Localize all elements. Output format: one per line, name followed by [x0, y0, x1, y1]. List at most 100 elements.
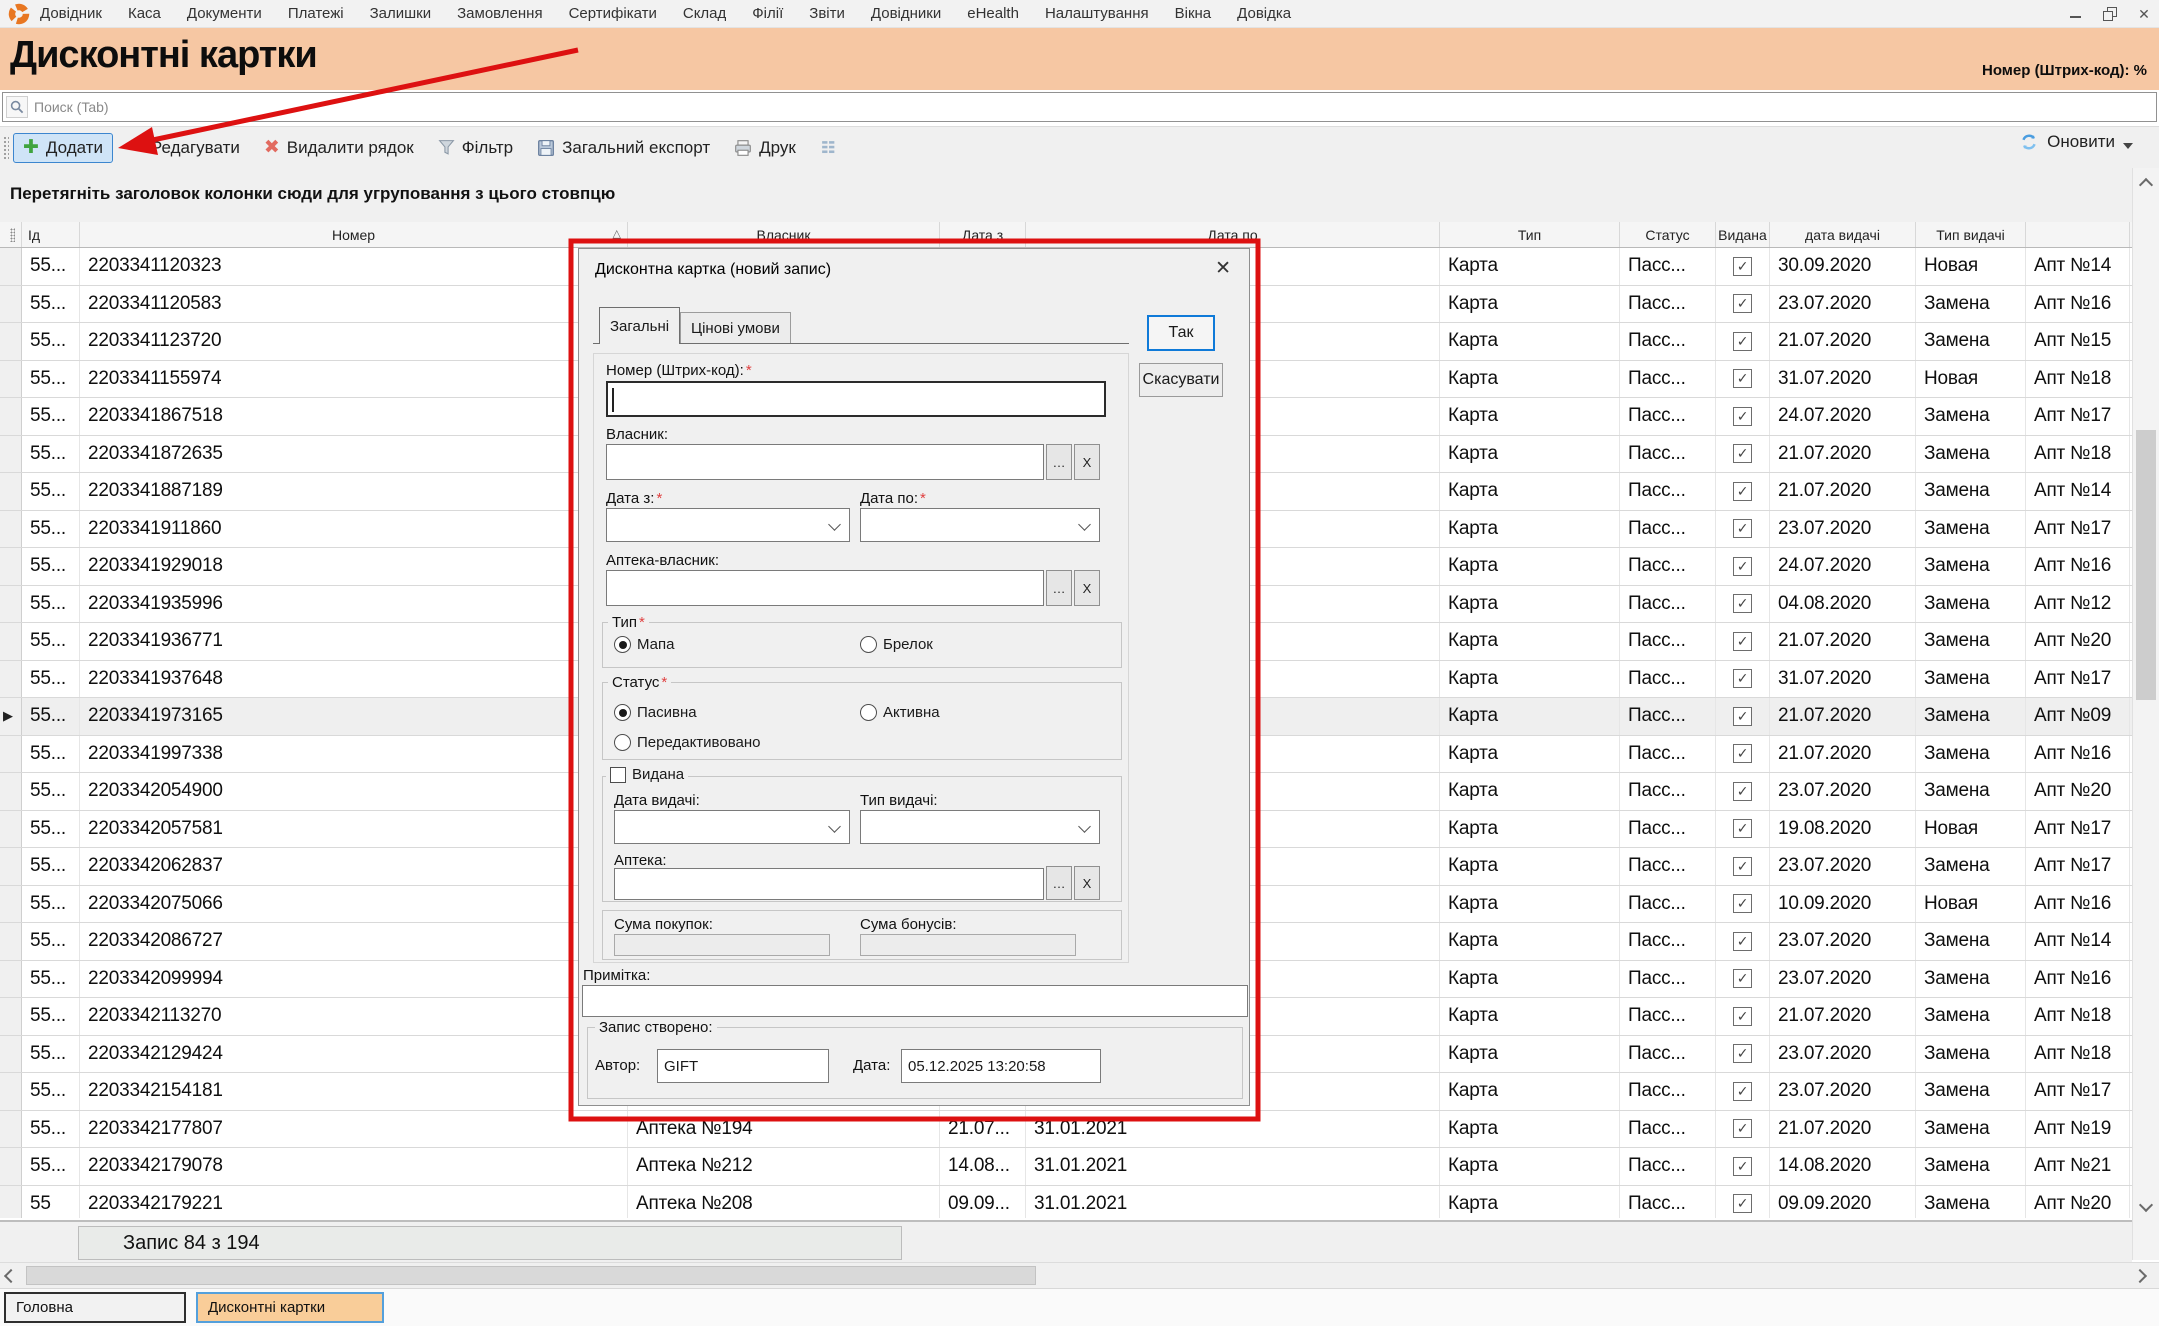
status-radio-2[interactable]: Активна	[860, 704, 940, 721]
issued-checkbox[interactable]: ✓	[1733, 557, 1752, 576]
issued-checkbox[interactable]: ✓	[1733, 1044, 1752, 1063]
menu-item-замовлення[interactable]: Замовлення	[457, 5, 542, 22]
menu-item-ehealth[interactable]: eHealth	[967, 5, 1019, 22]
pharmacy-owner-field[interactable]	[606, 570, 1044, 606]
issued-checkbox[interactable]	[610, 767, 626, 783]
scroll-right-icon[interactable]	[2133, 1269, 2147, 1283]
grouping-panel[interactable]: Перетягніть заголовок колонки сюди для у…	[0, 168, 2132, 222]
issued-checkbox[interactable]: ✓	[1733, 294, 1752, 313]
menu-item-залишки[interactable]: Залишки	[370, 5, 432, 22]
pharmacy-clear-button[interactable]: X	[1074, 866, 1100, 900]
issued-checkbox[interactable]: ✓	[1733, 332, 1752, 351]
column-header-issue-type[interactable]: Тип видачі	[1916, 222, 2026, 247]
ok-button[interactable]: Так	[1147, 315, 1215, 351]
created-date-field[interactable]: 05.12.2025 13:20:58	[901, 1049, 1101, 1083]
issued-checkbox[interactable]: ✓	[1733, 594, 1752, 613]
horizontal-scrollbar-thumb[interactable]	[26, 1266, 1036, 1285]
edit-button[interactable]: ✎ Редагувати	[119, 134, 249, 162]
column-header-date-to[interactable]: Дата по	[1026, 222, 1440, 247]
column-header-status[interactable]: Статус	[1620, 222, 1716, 247]
column-header-pharmacy[interactable]	[2026, 222, 2130, 247]
status-radio-1[interactable]: Пасивна	[614, 704, 697, 721]
type-radio-2[interactable]: Брелок	[860, 636, 933, 653]
search-input[interactable]: Поиск (Tab)	[2, 92, 2157, 122]
cancel-button[interactable]: Скасувати	[1139, 363, 1223, 397]
export-button[interactable]: Загальний експорт	[528, 134, 719, 162]
horizontal-scrollbar[interactable]	[0, 1262, 2159, 1288]
menu-item-склад[interactable]: Склад	[683, 5, 726, 22]
issued-checkbox[interactable]: ✓	[1733, 1082, 1752, 1101]
author-field[interactable]: GIFT	[657, 1049, 829, 1083]
pharmacy-owner-browse-button[interactable]: …	[1046, 570, 1072, 606]
note-field[interactable]	[582, 985, 1248, 1017]
issue-type-combo[interactable]	[860, 810, 1100, 844]
close-icon[interactable]: ✕	[2137, 7, 2151, 21]
dialog-tab-general[interactable]: Загальні	[599, 307, 680, 344]
owner-clear-button[interactable]: X	[1074, 444, 1100, 480]
menu-item-довідка[interactable]: Довідка	[1237, 5, 1291, 22]
issued-checkbox[interactable]: ✓	[1733, 1157, 1752, 1176]
menu-item-філії[interactable]: Філії	[752, 5, 783, 22]
refresh-button[interactable]: Оновити	[2019, 132, 2133, 152]
scroll-left-icon[interactable]	[4, 1269, 18, 1283]
grid-corner-cell[interactable]	[0, 222, 22, 247]
menu-item-платежі[interactable]: Платежі	[288, 5, 344, 22]
issued-checkbox[interactable]: ✓	[1733, 1194, 1752, 1213]
issued-checkbox[interactable]: ✓	[1733, 482, 1752, 501]
issued-checkbox[interactable]: ✓	[1733, 444, 1752, 463]
vertical-scrollbar[interactable]	[2132, 168, 2159, 1260]
issued-checkbox[interactable]: ✓	[1733, 407, 1752, 426]
dialog-close-icon[interactable]: ✕	[1215, 257, 1231, 280]
table-row[interactable]: 55...2203342179078Аптека №21214.08...31.…	[0, 1148, 2132, 1186]
menu-item-довідники[interactable]: Довідники	[871, 5, 941, 22]
status-radio-3[interactable]: Передактивовано	[614, 734, 760, 751]
issued-checkbox[interactable]: ✓	[1733, 819, 1752, 838]
issued-checkbox[interactable]: ✓	[1733, 932, 1752, 951]
menu-item-довідник[interactable]: Довідник	[40, 5, 102, 22]
column-header-issue-date[interactable]: дата видачі	[1770, 222, 1916, 247]
column-header-type[interactable]: Тип	[1440, 222, 1620, 247]
date-to-combo[interactable]	[860, 508, 1100, 542]
menu-item-налаштування[interactable]: Налаштування	[1045, 5, 1149, 22]
number-field[interactable]	[606, 381, 1106, 417]
issued-checkbox[interactable]: ✓	[1733, 1007, 1752, 1026]
dialog-tab-price-terms[interactable]: Цінові умови	[680, 312, 791, 344]
scroll-up-icon[interactable]	[2139, 178, 2153, 192]
column-header-number[interactable]: Номер △	[80, 222, 628, 247]
restore-icon[interactable]	[2103, 7, 2117, 21]
pharmacy-browse-button[interactable]: …	[1046, 866, 1072, 900]
menu-item-вікна[interactable]: Вікна	[1175, 5, 1212, 22]
chevron-down-icon[interactable]	[2123, 143, 2133, 149]
type-radio-1[interactable]: Мапа	[614, 636, 674, 653]
issued-checkbox[interactable]: ✓	[1733, 669, 1752, 688]
column-header-date-from[interactable]: Дата з	[940, 222, 1026, 247]
menu-item-звіти[interactable]: Звіти	[809, 5, 845, 22]
table-row[interactable]: 55...2203342177807Аптека №19421.07...31.…	[0, 1111, 2132, 1149]
issued-checkbox[interactable]: ✓	[1733, 632, 1752, 651]
pharmacy-field[interactable]	[614, 868, 1044, 900]
date-from-combo[interactable]	[606, 508, 850, 542]
owner-browse-button[interactable]: …	[1046, 444, 1072, 480]
vertical-scrollbar-thumb[interactable]	[2136, 430, 2156, 700]
menu-item-документи[interactable]: Документи	[187, 5, 262, 22]
issued-checkbox[interactable]: ✓	[1733, 894, 1752, 913]
issued-checkbox[interactable]: ✓	[1733, 744, 1752, 763]
menu-item-сертифікати[interactable]: Сертифікати	[569, 5, 657, 22]
scroll-down-icon[interactable]	[2139, 1198, 2153, 1212]
columns-button[interactable]	[811, 135, 846, 160]
owner-field[interactable]	[606, 444, 1044, 480]
issued-checkbox[interactable]: ✓	[1733, 1119, 1752, 1138]
issued-checkbox-row[interactable]: Видана	[606, 766, 688, 783]
pharmacy-owner-clear-button[interactable]: X	[1074, 570, 1100, 606]
issued-checkbox[interactable]: ✓	[1733, 707, 1752, 726]
column-header-owner[interactable]: Власник	[628, 222, 940, 247]
issued-checkbox[interactable]: ✓	[1733, 969, 1752, 988]
add-button[interactable]: ✚ Додати	[13, 133, 113, 163]
tab-home[interactable]: Головна	[4, 1292, 186, 1323]
print-button[interactable]: Друк	[725, 134, 805, 162]
issued-checkbox[interactable]: ✓	[1733, 369, 1752, 388]
issued-checkbox[interactable]: ✓	[1733, 519, 1752, 538]
minimize-icon[interactable]	[2069, 7, 2083, 21]
column-header-issued[interactable]: Видана	[1716, 222, 1770, 247]
filter-button[interactable]: Фільтр	[429, 134, 522, 162]
